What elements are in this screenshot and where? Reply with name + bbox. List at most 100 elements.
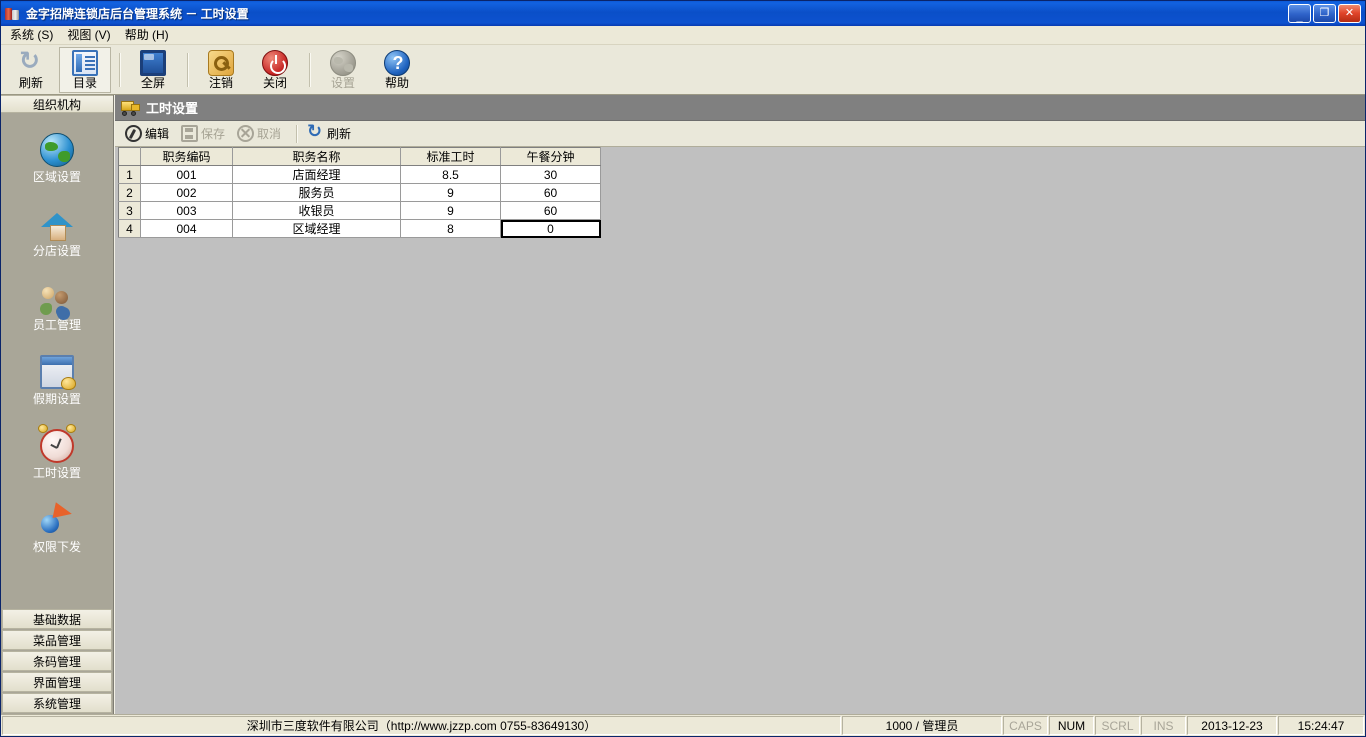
toolbar-fullscreen-button[interactable]: 全屏 [127, 47, 179, 93]
table-row[interactable]: 1 001 店面经理 8.5 30 [118, 165, 601, 184]
cell-lunch[interactable]: 60 [500, 201, 601, 220]
table-body: 1 001 店面经理 8.5 30 2 002 服务员 9 60 3 003 收… [118, 165, 601, 238]
status-scrl: SCRL [1095, 716, 1140, 735]
sidebar-item-holiday-settings[interactable]: 假期设置 [1, 343, 113, 417]
table-row[interactable]: 4 004 区域经理 8 0 [118, 219, 601, 238]
cell-code[interactable]: 001 [140, 165, 233, 184]
column-header-code[interactable]: 职务编码 [140, 147, 233, 166]
sidebar-section-basic-data[interactable]: 基础数据 [2, 609, 112, 629]
cell-code[interactable]: 003 [140, 201, 233, 220]
cell-hours[interactable]: 8 [400, 219, 501, 238]
refresh-button[interactable]: 刷新 [304, 121, 358, 145]
sidebar-item-list: 区域设置 分店设置 员工管理 假期设置 工时设置 权限下发 [1, 113, 113, 608]
row-number[interactable]: 4 [118, 219, 141, 238]
toolbar-exit-button[interactable]: 关闭 [249, 47, 301, 93]
row-number[interactable]: 1 [118, 165, 141, 184]
fullscreen-icon [140, 49, 166, 76]
sidebar-item-permission-dispatch[interactable]: 权限下发 [1, 491, 113, 565]
help-icon [384, 49, 411, 77]
column-header-hours[interactable]: 标准工时 [400, 147, 501, 166]
toolbar-fullscreen-label: 全屏 [140, 75, 165, 90]
pencil-icon [125, 125, 142, 142]
toolbar-help-button[interactable]: 帮助 [371, 47, 423, 93]
main-toolbar: 刷新 目录 全屏 注销 关闭 设置 帮助 [1, 45, 1365, 95]
calendar-icon [40, 354, 76, 390]
status-time: 15:24:47 [1278, 716, 1364, 735]
sidebar-section-dish-management[interactable]: 菜品管理 [2, 630, 112, 650]
cell-hours[interactable]: 9 [400, 201, 501, 220]
column-header-lunch[interactable]: 午餐分钟 [500, 147, 601, 166]
cell-code[interactable]: 004 [140, 219, 233, 238]
sidebar-item-work-hours-settings[interactable]: 工时设置 [1, 417, 113, 491]
people-icon [40, 281, 74, 315]
sidebar-item-employee-management[interactable]: 员工管理 [1, 269, 113, 343]
cell-code[interactable]: 002 [140, 183, 233, 202]
menu-help[interactable]: 帮助 (H) [118, 26, 176, 44]
toolbar-separator-1 [119, 52, 121, 87]
status-date: 2013-12-23 [1187, 716, 1277, 735]
menu-system[interactable]: 系统 (S) [3, 26, 60, 44]
minimize-button[interactable]: _ [1288, 4, 1311, 23]
toolbar-catalog-button[interactable]: 目录 [59, 46, 111, 93]
sidebar-item-label: 员工管理 [32, 317, 81, 332]
title-bar: 金字招牌连锁店后台管理系统 － 工时设置 _ ❐ ✕ [1, 1, 1365, 26]
toolbar-separator-3 [309, 52, 311, 87]
cancel-button-label: 取消 [257, 127, 282, 141]
permission-icon [40, 503, 74, 537]
sidebar-item-region-settings[interactable]: 区域设置 [1, 121, 113, 195]
sidebar-section-system-management[interactable]: 系统管理 [2, 693, 112, 713]
status-user: 1000 / 管理员 [842, 716, 1002, 735]
table-header-row: 职务编码 职务名称 标准工时 午餐分钟 [118, 147, 601, 166]
key-icon [208, 49, 234, 76]
row-number[interactable]: 3 [118, 201, 141, 220]
cell-hours[interactable]: 8.5 [400, 165, 501, 184]
cell-lunch[interactable]: 60 [500, 183, 601, 202]
content-area: 工时设置 编辑 保存 取消 刷新 [114, 95, 1365, 714]
save-icon [181, 125, 199, 142]
house-icon [40, 207, 74, 241]
cancel-icon [237, 125, 255, 142]
sidebar-item-label: 区域设置 [32, 169, 81, 184]
window-title: 金字招牌连锁店后台管理系统 － 工时设置 [26, 7, 249, 21]
sidebar-section-barcode-management[interactable]: 条码管理 [2, 651, 112, 671]
toolbar-refresh-button[interactable]: 刷新 [5, 47, 57, 93]
cell-hours[interactable]: 9 [400, 183, 501, 202]
menu-view[interactable]: 视图 (V) [60, 26, 117, 44]
cell-name[interactable]: 收银员 [232, 201, 401, 220]
sidebar-section-ui-management[interactable]: 界面管理 [2, 672, 112, 692]
sidebar-item-label: 分店设置 [32, 243, 81, 258]
cell-lunch-selected[interactable]: 0 [500, 219, 601, 238]
globe-icon [40, 132, 74, 167]
table-row[interactable]: 2 002 服务员 9 60 [118, 183, 601, 202]
save-button: 保存 [178, 122, 232, 145]
row-number-header [118, 147, 141, 166]
toolbar-separator-2 [187, 52, 189, 87]
app-icon [5, 6, 21, 22]
table-row[interactable]: 3 003 收银员 9 60 [118, 201, 601, 220]
table-header: 职务编码 职务名称 标准工时 午餐分钟 [118, 147, 601, 166]
catalog-icon [72, 49, 98, 76]
toolbar-refresh-label: 刷新 [18, 75, 43, 90]
sidebar-header: 组织机构 [1, 95, 113, 113]
toolbar-logout-button[interactable]: 注销 [195, 47, 247, 93]
panel-action-bar: 编辑 保存 取消 刷新 [115, 121, 1365, 147]
alarm-clock-icon [38, 423, 76, 463]
refresh-icon [18, 48, 44, 76]
sidebar-item-branch-settings[interactable]: 分店设置 [1, 195, 113, 269]
column-header-name[interactable]: 职务名称 [232, 147, 401, 166]
cell-name[interactable]: 服务员 [232, 183, 401, 202]
window-controls: _ ❐ ✕ [1288, 4, 1363, 23]
truck-icon [121, 100, 140, 116]
row-number[interactable]: 2 [118, 183, 141, 202]
edit-button[interactable]: 编辑 [122, 122, 176, 145]
cell-name[interactable]: 区域经理 [232, 219, 401, 238]
body-area: 组织机构 区域设置 分店设置 员工管理 假期设置 工时设置 权限下发 基础数据 … [1, 95, 1365, 714]
cancel-button: 取消 [234, 122, 288, 145]
cell-name[interactable]: 店面经理 [232, 165, 401, 184]
refresh-icon [307, 121, 324, 142]
restore-button[interactable]: ❐ [1313, 4, 1336, 23]
close-button[interactable]: ✕ [1338, 4, 1361, 23]
refresh-button-label: 刷新 [327, 127, 352, 141]
cell-lunch[interactable]: 30 [500, 165, 601, 184]
minimize-icon: _ [1296, 11, 1303, 23]
